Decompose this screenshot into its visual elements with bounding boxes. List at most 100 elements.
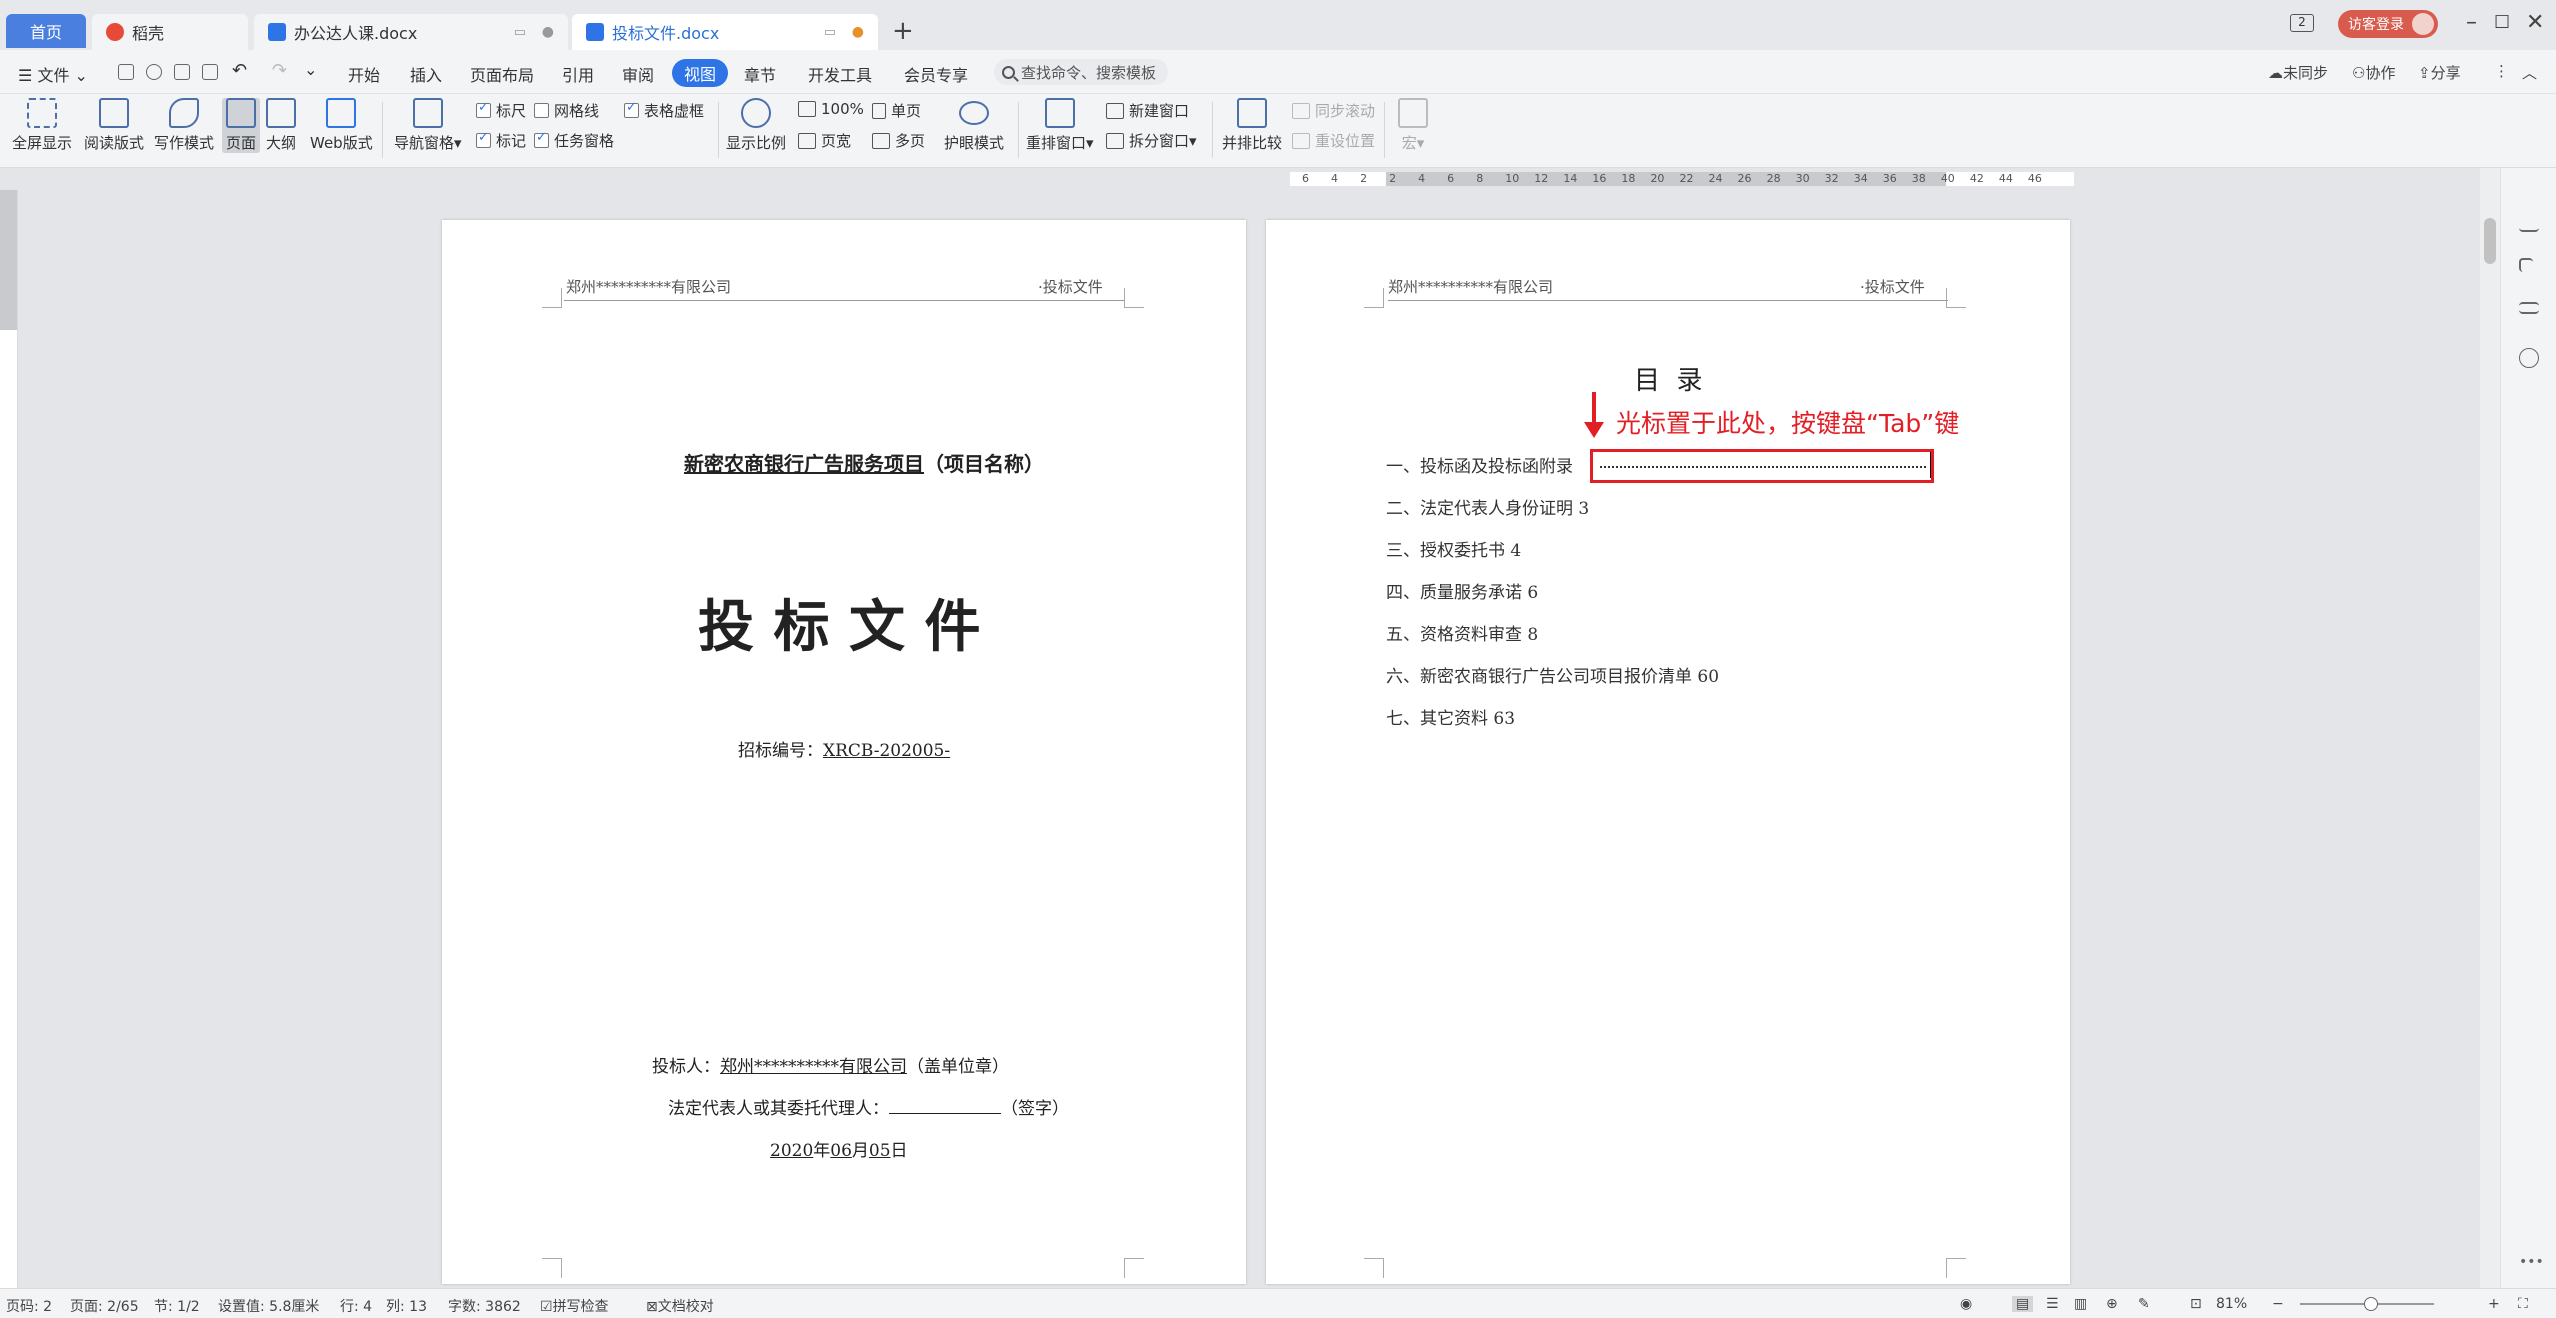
page-width-button[interactable]: 页宽 xyxy=(798,130,851,151)
tab-doc-bid[interactable]: 投标文件.docx ▭ ● xyxy=(572,14,878,50)
spell-check-button[interactable]: ☑拼写检查 xyxy=(540,1296,609,1316)
menu-start[interactable]: 开始 xyxy=(348,62,380,86)
file-menu[interactable]: ☰ 文件 ⌄ xyxy=(18,62,88,86)
eye-mode-icon[interactable]: ◉ xyxy=(1960,1296,1972,1312)
menu-chapter[interactable]: 章节 xyxy=(744,62,776,86)
print-icon[interactable] xyxy=(174,64,190,80)
new-tab-button[interactable]: + xyxy=(892,14,914,48)
zoom-100-button[interactable]: 100% xyxy=(798,100,864,118)
share-button[interactable]: ⇪分享 xyxy=(2418,62,2461,83)
window-count-badge[interactable]: 2 xyxy=(2290,14,2314,32)
writing-mode-button[interactable]: 写作模式 xyxy=(154,98,214,153)
customize-toolbar-icon[interactable]: ⌄ xyxy=(304,60,317,79)
zoom-slider-thumb[interactable] xyxy=(2364,1297,2378,1311)
menu-page-layout[interactable]: 页面布局 xyxy=(470,62,534,86)
help-icon[interactable] xyxy=(2519,348,2539,368)
eye-protection-button[interactable]: 护眼模式 xyxy=(944,98,1004,153)
menu-review[interactable]: 审阅 xyxy=(622,62,654,86)
select-cursor-icon[interactable] xyxy=(2519,258,2533,272)
sync-button[interactable]: ☁未同步 xyxy=(2268,62,2328,83)
page-view-icon[interactable]: ▤ xyxy=(2012,1296,2034,1312)
visitor-login-button[interactable]: 访客登录 xyxy=(2338,10,2438,38)
print-preview-icon[interactable] xyxy=(202,64,218,80)
toc-entry[interactable]: 五、资格资料审查 8 xyxy=(1386,620,1538,645)
menu-developer[interactable]: 开发工具 xyxy=(808,62,872,86)
fit-window-icon[interactable]: ⊡ xyxy=(2190,1296,2202,1312)
vertical-scrollbar[interactable] xyxy=(2480,168,2500,1288)
toc-entry[interactable]: 三、授权委托书 4 xyxy=(1386,536,1521,561)
more-tools-icon[interactable]: ••• xyxy=(2519,1254,2544,1274)
menu-view[interactable]: 视图 xyxy=(672,59,729,87)
status-word-count[interactable]: 字数: 3862 xyxy=(448,1296,521,1316)
page-toc[interactable]: 郑州**********有限公司 ·投标文件 目 录 一、投标函及投标函附录 二… xyxy=(1266,220,2070,1284)
zoom-level[interactable]: 81% xyxy=(2216,1296,2247,1312)
close-icon[interactable]: ✕ xyxy=(2526,10,2544,35)
status-page-code[interactable]: 页码: 2 xyxy=(6,1296,52,1316)
command-search[interactable]: 查找命令、搜索模板 xyxy=(994,59,1168,85)
tab-doc-office[interactable]: 办公达人课.docx ▭ ● xyxy=(254,14,568,50)
format-painter-icon[interactable] xyxy=(146,64,162,80)
unsaved-dot-icon[interactable]: ● xyxy=(852,24,864,40)
toc-entry[interactable]: 六、新密农商银行广告公司项目报价清单 60 xyxy=(1386,662,1719,687)
side-by-side-button[interactable]: 并排比较 xyxy=(1222,98,1282,153)
tab-status-dot[interactable]: ● xyxy=(542,24,554,40)
menu-insert[interactable]: 插入 xyxy=(410,62,442,86)
tab-home[interactable]: 首页 xyxy=(6,14,86,48)
maximize-icon[interactable]: ☐ xyxy=(2494,12,2510,33)
collab-button[interactable]: ⚇协作 xyxy=(2352,62,2395,83)
status-col[interactable]: 列: 13 xyxy=(386,1296,427,1316)
mark-checkbox[interactable]: 标记 xyxy=(476,130,526,151)
reading-view-icon[interactable]: ▥ xyxy=(2074,1296,2087,1312)
zoom-out-icon[interactable]: − xyxy=(2272,1296,2284,1312)
status-section[interactable]: 节: 1/2 xyxy=(154,1296,200,1316)
horizontal-ruler[interactable]: 6 4 2 2 4 6 8 10 12 14 16 18 20 22 24 26 28 30 32 34 36 38 40 4… xyxy=(0,168,2500,190)
split-window-button[interactable]: 拆分窗口▾ xyxy=(1106,130,1197,151)
fullscreen-button[interactable]: 全屏显示 xyxy=(12,98,72,153)
settings-sliders-icon[interactable] xyxy=(2519,302,2539,314)
collapse-ribbon-icon[interactable]: ︿ xyxy=(2522,62,2537,83)
page-view-button[interactable]: 页面 xyxy=(222,98,261,153)
menu-reference[interactable]: 引用 xyxy=(562,62,594,86)
toc-entry[interactable]: 四、质量服务承诺 6 xyxy=(1386,578,1538,603)
reset-position-button[interactable]: 重设位置 xyxy=(1292,130,1375,151)
doc-proof-button[interactable]: ⊠文档校对 xyxy=(646,1296,714,1316)
minimize-icon[interactable]: – xyxy=(2466,10,2477,35)
sync-scroll-button[interactable]: 同步滚动 xyxy=(1292,100,1375,121)
multi-page-button[interactable]: 多页 xyxy=(872,130,925,151)
reading-mode-button[interactable]: 阅读版式 xyxy=(84,98,144,153)
zoom-button[interactable]: 显示比例 xyxy=(726,98,786,153)
zoom-in-icon[interactable]: + xyxy=(2488,1296,2500,1312)
macro-button[interactable]: 宏▾ xyxy=(1398,98,1428,153)
nav-pane-button[interactable]: 导航窗格▾ xyxy=(394,98,462,153)
toc-entry[interactable]: 二、法定代表人身份证明 3 xyxy=(1386,494,1589,519)
scroll-thumb[interactable] xyxy=(2484,218,2496,264)
status-row[interactable]: 行: 4 xyxy=(340,1296,372,1316)
undo-icon[interactable]: ↶ xyxy=(232,60,247,81)
outline-view-icon[interactable]: ☰ xyxy=(2046,1296,2059,1312)
gridline-checkbox[interactable]: 网格线 xyxy=(534,100,599,121)
save-icon[interactable] xyxy=(118,64,134,80)
fullscreen-icon[interactable]: ⛶ xyxy=(2518,1296,2528,1312)
web-view-button[interactable]: Web版式 xyxy=(310,98,373,153)
rearrange-window-button[interactable]: 重排窗口▾ xyxy=(1026,98,1094,153)
menu-member[interactable]: 会员专享 xyxy=(904,62,968,86)
toc-entry[interactable]: 七、其它资料 63 xyxy=(1386,704,1515,729)
new-window-button[interactable]: 新建窗口 xyxy=(1106,100,1189,121)
ruler-checkbox[interactable]: 标尺 xyxy=(476,100,526,121)
single-page-button[interactable]: 单页 xyxy=(872,100,921,121)
status-setting[interactable]: 设置值: 5.8厘米 xyxy=(218,1296,319,1316)
writing-view-icon[interactable]: ✎ xyxy=(2138,1296,2150,1312)
tab-daoke[interactable]: 稻壳 xyxy=(92,14,248,50)
redo-icon[interactable]: ↷ xyxy=(272,60,287,81)
page-cover[interactable]: 郑州**********有限公司 ·投标文件 新密农商银行广告服务项目（项目名称… xyxy=(442,220,1246,1284)
table-frame-checkbox[interactable]: 表格虚框 xyxy=(624,100,704,121)
web-view-icon[interactable]: ⊕ xyxy=(2106,1296,2118,1312)
monitor-icon[interactable]: ▭ xyxy=(824,25,836,40)
task-pane-checkbox[interactable]: 任务窗格 xyxy=(534,130,614,151)
more-icon[interactable]: ⋮ xyxy=(2494,62,2509,80)
vertical-ruler[interactable] xyxy=(0,190,18,1290)
edit-icon[interactable] xyxy=(2519,212,2539,232)
outline-view-button[interactable]: 大纲 xyxy=(266,98,296,153)
toc-entry[interactable]: 一、投标函及投标函附录 xyxy=(1386,452,1573,477)
status-page[interactable]: 页面: 2/65 xyxy=(70,1296,139,1316)
